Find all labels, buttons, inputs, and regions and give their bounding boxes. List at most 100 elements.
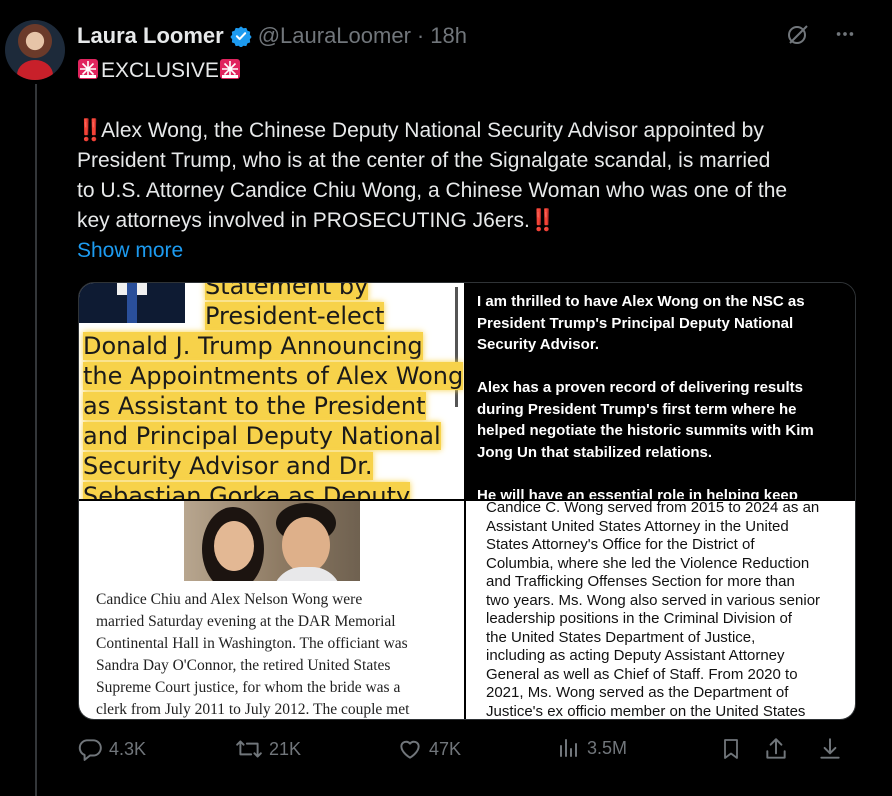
post-time[interactable]: 18h (430, 23, 467, 49)
siren-icon (219, 58, 243, 80)
bio-line: leadership positions in the Criminal Div… (486, 610, 792, 627)
bookmark-button[interactable] (719, 736, 743, 762)
repost-icon (235, 736, 263, 762)
statement-line-text: Sebastian Gorka as Deputy (83, 482, 411, 499)
bio-line: including as acting Deputy Assistant Att… (486, 647, 785, 664)
views-button[interactable]: 3.5M (557, 736, 627, 760)
statement-line: Statement by (83, 283, 463, 301)
media-image-bio[interactable]: Candice C. Wong served from 2015 to 2024… (466, 501, 855, 719)
repost-button[interactable]: 21K (235, 736, 301, 762)
post-header: Laura Loomer @LauraLoomer · 18h (77, 22, 467, 50)
post-line: key attorneys involved in PROSECUTING J6… (77, 206, 857, 236)
wedding-line: Sandra Day O'Connor, the retired United … (96, 657, 391, 674)
media-grid: Statement by President-elect Donald J. T… (78, 282, 856, 720)
wedding-line: clerk from July 2011 to July 2012. The c… (96, 701, 410, 718)
badge-text: EXCLUSIVE (101, 59, 219, 82)
bio-line: General as well as Chief of Staff. From … (486, 665, 798, 683)
grok-icon[interactable] (786, 22, 810, 52)
media-image-quote[interactable]: I am thrilled to have Alex Wong on the N… (466, 283, 855, 499)
statement-line: Donald J. Trump Announcing (83, 331, 463, 361)
statement-line: as Assistant to the President (83, 391, 463, 421)
post-body: EXCLUSIVE ‼️Alex Wong, the Chinese Deput… (77, 56, 857, 266)
reply-button[interactable]: 4.3K (77, 736, 146, 762)
quote-line (477, 463, 849, 485)
time-separator: · (416, 23, 425, 48)
post-line: to U.S. Attorney Candice Chiu Wong, a Ch… (77, 179, 788, 202)
action-bar: 4.3K 21K 47K 3.5M (77, 736, 857, 766)
wedding-photo (184, 501, 360, 581)
media-image-statement[interactable]: Statement by President-elect Donald J. T… (79, 283, 464, 499)
post-line-text: Alex Wong, the Chinese Deputy National S… (101, 119, 764, 142)
statement-line-text: Statement by (205, 283, 369, 300)
quote-line: during President Trump's first term wher… (477, 400, 797, 418)
wedding-line: Candice Chiu and Alex Nelson Wong were (96, 591, 363, 608)
views-icon (557, 736, 581, 760)
statement-line-text: President-elect (205, 302, 385, 330)
bio-line: and Trafficking Offenses Section for mor… (486, 573, 795, 590)
show-more-link[interactable]: Show more (77, 236, 857, 266)
download-icon (817, 736, 843, 762)
statement-line: Sebastian Gorka as Deputy (83, 481, 463, 499)
quote-text: I am thrilled to have Alex Wong on the N… (477, 291, 849, 499)
bio-line: the United States Department of Justice, (486, 628, 756, 646)
quote-line: He will have an essential role in helpin… (477, 486, 798, 500)
quote-line: Security Advisor. (477, 336, 599, 353)
like-count: 47K (429, 738, 462, 759)
share-icon (763, 736, 789, 762)
statement-line-text: Donald J. Trump Announcing (83, 332, 423, 360)
post-line: President Trump, who is at the center of… (77, 149, 771, 172)
author-handle[interactable]: @LauraLoomer (258, 23, 411, 49)
share-button[interactable] (763, 736, 789, 762)
thread-line (35, 84, 37, 796)
statement-line-text: Security Advisor and Dr. (83, 452, 373, 480)
bio-line: Justice's ex officio member on the Unite… (486, 702, 806, 720)
statement-text: Statement by President-elect Donald J. T… (83, 283, 464, 499)
verified-badge-icon (230, 25, 252, 48)
quote-line (477, 356, 849, 378)
statement-line-text: the Appointments of Alex Wong (83, 362, 464, 390)
bio-line: Candice C. Wong served from 2015 to 2024… (486, 501, 820, 516)
wedding-line: Supreme Court justice, for whom the brid… (96, 679, 401, 696)
double-exclamation-icon: ‼️ (77, 119, 103, 142)
repost-count: 21K (269, 738, 302, 759)
statement-line-text: as Assistant to the President (83, 392, 426, 420)
avatar[interactable] (5, 20, 65, 80)
statement-line: President-elect (83, 301, 463, 331)
wedding-line: married Saturday evening at the DAR Memo… (96, 613, 396, 630)
more-icon[interactable] (834, 23, 856, 51)
statement-line: and Principal Deputy National (83, 421, 463, 451)
reply-icon (77, 736, 103, 762)
bio-line: Columbia, where she led the Violence Red… (486, 554, 810, 572)
quote-line: President Trump's Principal Deputy Natio… (477, 314, 794, 332)
quote-line: I am thrilled to have Alex Wong on the N… (477, 293, 805, 310)
bio-text: Candice C. Wong served from 2015 to 2024… (486, 501, 846, 719)
views-count: 3.5M (587, 737, 628, 758)
double-exclamation-icon: ‼️ (529, 209, 556, 232)
reply-count: 4.3K (109, 738, 147, 759)
photo-face-left (214, 521, 254, 571)
photo-face-right (282, 517, 330, 573)
like-icon (397, 736, 423, 762)
author-name[interactable]: Laura Loomer (77, 23, 224, 49)
post-line: ‼️Alex Wong, the Chinese Deputy National… (77, 116, 857, 146)
post-line-text: key attorneys involved in PROSECUTING J6… (77, 209, 530, 232)
wedding-line: Continental Hall in Washington. The offi… (96, 635, 408, 652)
quote-line: Alex has a proven record of delivering r… (477, 379, 803, 396)
avatar-shirt (17, 60, 53, 80)
bio-line: two years. Ms. Wong also served in vario… (486, 591, 821, 609)
like-button[interactable]: 47K (397, 736, 461, 762)
statement-line-text: and Principal Deputy National (83, 422, 441, 450)
wedding-text: Candice Chiu and Alex Nelson Wong were m… (96, 589, 456, 719)
download-button[interactable] (817, 736, 843, 762)
bookmark-icon (719, 736, 743, 762)
bio-line: Assistant United States Attorney in the … (486, 517, 789, 535)
quote-line: helped negotiate the historic summits wi… (477, 422, 814, 439)
badge-line: EXCLUSIVE (77, 56, 857, 86)
statement-line: the Appointments of Alex Wong (83, 361, 464, 391)
media-image-wedding[interactable]: Candice Chiu and Alex Nelson Wong were m… (79, 501, 464, 719)
quote-line: Jong Un that stabilized relations. (477, 443, 713, 461)
statement-line: Security Advisor and Dr. (83, 451, 463, 481)
post-top-icons (786, 22, 856, 52)
siren-icon (77, 58, 101, 80)
